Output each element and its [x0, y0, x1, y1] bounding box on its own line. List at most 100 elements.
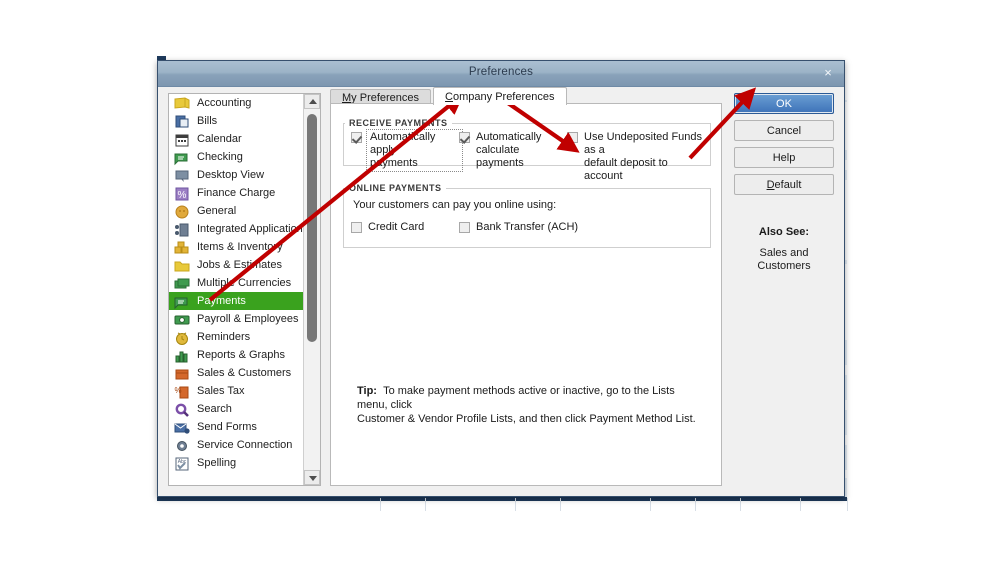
sidebar-item-items-inventory[interactable]: Items & Inventory — [169, 238, 303, 256]
scroll-up-arrow-icon[interactable] — [304, 94, 320, 109]
sidebar-item-general[interactable]: General — [169, 202, 303, 220]
multiple-currencies-icon — [174, 276, 191, 291]
sidebar-item-reports-graphs[interactable]: Reports & Graphs — [169, 346, 303, 364]
scrollbar-thumb[interactable] — [307, 114, 317, 342]
receive-payments-caption: RECEIVE PAYMENTS — [345, 118, 452, 128]
svg-text:%: % — [178, 190, 187, 201]
sidebar-item-label: Integrated Applications — [197, 223, 309, 235]
sidebar-item-label: Bills — [197, 115, 218, 127]
sidebar-item-label: Items & Inventory — [197, 241, 283, 253]
sidebar-item-label: Accounting — [197, 97, 252, 109]
sidebar-item-finance-charge[interactable]: % Finance Charge — [169, 184, 303, 202]
tab-label: Company Preferences — [445, 91, 555, 103]
checkbox-label-line2: default deposit to account — [584, 157, 668, 182]
sidebar-item-reminders[interactable]: Reminders — [169, 328, 303, 346]
sidebar-item-label: Desktop View — [197, 169, 265, 181]
sidebar-item-label: Multiple Currencies — [197, 277, 292, 289]
online-payments-group — [343, 188, 711, 248]
also-see-link-line2: Customers — [757, 260, 811, 272]
sidebar-item-calendar[interactable]: Calendar — [169, 130, 303, 148]
sidebar-item-multiple-currencies[interactable]: Multiple Currencies — [169, 274, 303, 292]
checkbox-box[interactable] — [459, 132, 470, 143]
checkbox-automatically-calculate-payments[interactable]: Automatically calculate payments — [459, 131, 569, 170]
checkbox-box[interactable] — [351, 132, 362, 143]
help-button[interactable]: Help — [734, 147, 834, 168]
checkbox-label: Credit Card — [368, 221, 425, 233]
checkbox-label: Use Undeposited Funds as a default depos… — [584, 131, 705, 183]
checkbox-credit-card[interactable]: Credit Card — [351, 221, 424, 234]
send-forms-icon — [174, 420, 191, 435]
sidebar-item-payments[interactable]: Payments — [169, 292, 303, 310]
sidebar-item-label: General — [197, 205, 237, 217]
app-faint-table-grid — [380, 498, 848, 511]
scroll-down-arrow-icon[interactable] — [304, 470, 320, 485]
sidebar-item-service-connection[interactable]: Service Connection — [169, 436, 303, 454]
dialog-titlebar: Preferences × — [158, 61, 844, 87]
dialog-button-column: OK Cancel Help Default — [734, 93, 834, 201]
sidebar-item-search[interactable]: Search — [169, 400, 303, 418]
checkbox-box[interactable] — [459, 222, 470, 233]
sales-customers-icon — [174, 366, 191, 381]
sidebar-item-integrated-applications[interactable]: Integrated Applications — [169, 220, 308, 238]
sidebar-item-desktop-view[interactable]: Desktop View — [169, 166, 303, 184]
button-label: Cancel — [766, 125, 802, 137]
also-see-block: Also See: Sales and Customers — [734, 226, 834, 273]
sidebar-item-payroll-employees[interactable]: Payroll & Employees — [169, 310, 303, 328]
checkbox-box[interactable] — [567, 132, 578, 143]
checkbox-use-undeposited-funds[interactable]: Use Undeposited Funds as a default depos… — [567, 131, 705, 183]
svg-text:%: % — [174, 386, 181, 395]
sidebar-item-accounting[interactable]: Accounting — [169, 94, 303, 112]
category-items: Accounting Bills Calendar Checking Desktop V… — [169, 94, 308, 485]
tab-company-preferences[interactable]: Company Preferences — [433, 87, 567, 105]
payroll-employees-icon — [174, 312, 191, 327]
checkbox-label: Automatically apply payments — [366, 129, 463, 172]
ok-button[interactable]: OK — [734, 93, 834, 114]
sidebar-item-label: Finance Charge — [197, 187, 276, 199]
tip-line2: Customer & Vendor Profile Lists, and the… — [357, 413, 696, 425]
sidebar-item-label: Payroll & Employees — [197, 313, 299, 325]
button-label: OK — [776, 98, 792, 110]
sidebar-item-label: Spelling — [197, 457, 237, 469]
sidebar-item-label: Search — [197, 403, 232, 415]
checkbox-box[interactable] — [351, 222, 362, 233]
preferences-dialog: Preferences × Accounting Bills Calendar Che… — [157, 60, 845, 497]
spelling-icon: Abc — [174, 456, 191, 471]
online-payments-intro: Your customers can pay you online using: — [353, 199, 557, 211]
checkbox-label-line2: calculate payments — [476, 144, 524, 169]
svg-text:Abc: Abc — [178, 459, 187, 465]
checkbox-label: Automatically calculate payments — [476, 131, 569, 170]
sidebar-item-bills[interactable]: Bills — [169, 112, 303, 130]
checking-icon — [174, 150, 191, 165]
close-icon[interactable]: × — [820, 65, 836, 81]
sidebar-item-label: Jobs & Estimates — [197, 259, 282, 271]
checkbox-label-line1: Automatically apply — [370, 131, 436, 156]
company-preferences-pane: RECEIVE PAYMENTS Automatically apply pay… — [330, 103, 722, 486]
checkbox-label-line1: Automatically — [476, 131, 542, 143]
sidebar-item-label: Reminders — [197, 331, 251, 343]
payments-icon — [174, 294, 191, 309]
sidebar-item-sales-customers[interactable]: Sales & Customers — [169, 364, 303, 382]
sidebar-item-label: Send Forms — [197, 421, 257, 433]
sidebar-scrollbar[interactable] — [303, 94, 320, 485]
cancel-button[interactable]: Cancel — [734, 120, 834, 141]
checkbox-automatically-apply-payments[interactable]: Automatically apply payments — [351, 129, 463, 172]
sidebar-item-spelling[interactable]: Abc Spelling — [169, 454, 303, 472]
sidebar-item-label: Sales Tax — [197, 385, 245, 397]
sidebar-item-sales-tax[interactable]: % Sales Tax — [169, 382, 303, 400]
sidebar-item-label: Checking — [197, 151, 243, 163]
preferences-category-list[interactable]: Accounting Bills Calendar Checking Desktop V… — [168, 93, 321, 486]
service-connection-icon — [174, 438, 191, 453]
also-see-link-sales-and-customers[interactable]: Sales and Customers — [734, 247, 834, 273]
sidebar-item-checking[interactable]: Checking — [169, 148, 303, 166]
default-button[interactable]: Default — [734, 174, 834, 195]
sidebar-item-jobs-estimates[interactable]: Jobs & Estimates — [169, 256, 303, 274]
sidebar-item-send-forms[interactable]: Send Forms — [169, 418, 303, 436]
dialog-title: Preferences — [468, 66, 534, 78]
reminders-icon — [174, 330, 191, 345]
integrated-applications-icon — [174, 222, 191, 237]
also-see-heading: Also See: — [758, 226, 810, 238]
sidebar-item-label: Reports & Graphs — [197, 349, 286, 361]
calendar-icon — [174, 132, 191, 147]
search-icon — [174, 402, 191, 417]
checkbox-bank-transfer-ach[interactable]: Bank Transfer (ACH) — [459, 221, 578, 234]
